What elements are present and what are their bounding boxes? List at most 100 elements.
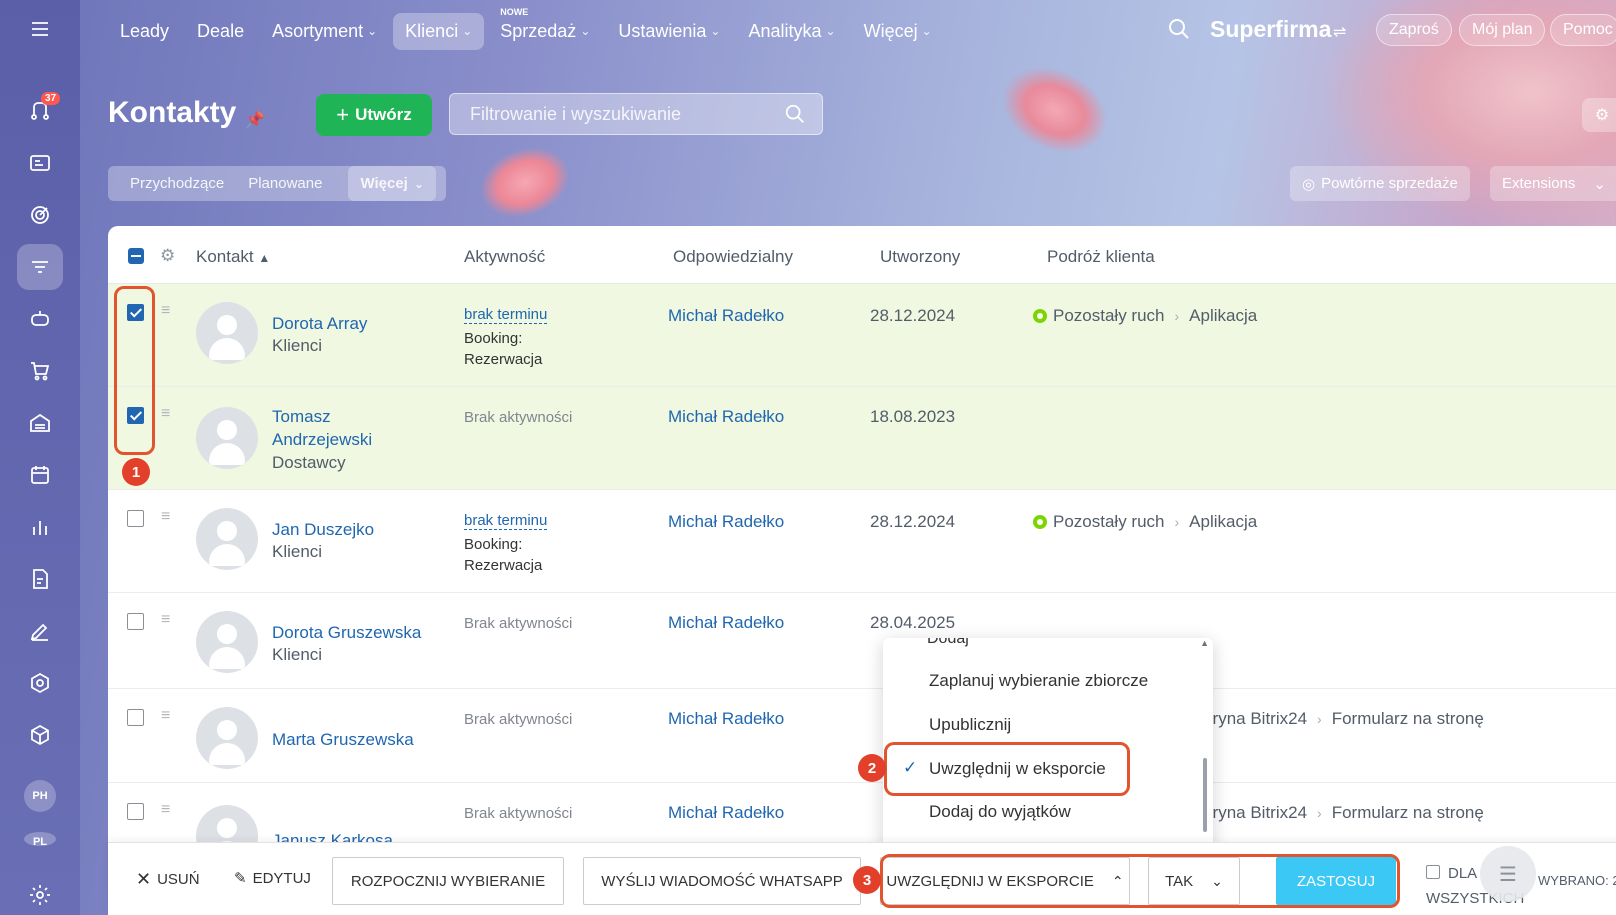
search-icon[interactable]: [1167, 17, 1191, 46]
delete-button[interactable]: ✕ USUŃ: [136, 869, 200, 890]
drag-handle-icon[interactable]: ≡: [161, 802, 177, 818]
row-checkbox[interactable]: [127, 613, 144, 630]
activity-deadline-link[interactable]: brak terminu: [464, 512, 548, 530]
row-checkbox[interactable]: [127, 407, 144, 424]
search-icon[interactable]: [784, 103, 806, 130]
nav-item-sprzedaż[interactable]: NOWE Sprzedaż ⌄: [488, 7, 602, 50]
chevron-right-icon: ›: [1317, 711, 1322, 727]
contact-name-link[interactable]: Dorota Array: [272, 312, 367, 335]
list-settings-gear-icon[interactable]: ⚙: [1582, 98, 1616, 132]
scroll-up-icon[interactable]: ▲: [1200, 638, 1209, 648]
row-checkbox[interactable]: [127, 709, 144, 726]
column-journey[interactable]: Podróż klienta: [1047, 247, 1155, 267]
row-checkbox[interactable]: [127, 304, 144, 321]
nav-item-asortyment[interactable]: Asortyment ⌄: [260, 13, 389, 50]
action-select[interactable]: UWZGLĘDNIJ W EKSPORCIE ⌃: [880, 857, 1130, 905]
apply-button[interactable]: ZASTOSUJ: [1276, 857, 1396, 905]
responsible-link[interactable]: Michał Radełko: [668, 407, 784, 427]
select-all-checkbox[interactable]: [128, 248, 144, 264]
send-whatsapp-button[interactable]: WYŚLIJ WIADOMOŚĆ WHATSAPP: [583, 857, 861, 905]
edit-button[interactable]: ✎ EDYTUJ: [234, 869, 311, 888]
column-created[interactable]: Utworzony: [880, 247, 960, 267]
list-menu-icon[interactable]: ☰: [1480, 846, 1536, 902]
invite-button[interactable]: Zaproś: [1376, 14, 1452, 46]
document-edit-icon[interactable]: [17, 556, 63, 602]
responsible-link[interactable]: Michał Radełko: [668, 709, 784, 729]
settings-gear-icon[interactable]: [17, 872, 63, 915]
column-contact-label: Kontakt: [196, 247, 254, 266]
crm-filter-icon[interactable]: [17, 244, 63, 290]
tab-incoming[interactable]: Przychodzące: [118, 175, 236, 192]
responsible-link[interactable]: Michał Radełko: [668, 306, 784, 326]
warehouse-icon[interactable]: [17, 400, 63, 446]
contact-card-icon[interactable]: [17, 140, 63, 186]
start-dialing-button[interactable]: ROZPOCZNIJ WYBIERANIE: [332, 857, 564, 905]
company-settings-icon[interactable]: ⇌: [1333, 22, 1346, 42]
table-row[interactable]: ≡ Dorota Gruszewska Klienci Brak aktywno…: [108, 593, 1616, 689]
create-button[interactable]: + Utwórz: [316, 94, 432, 136]
repeat-sales-button[interactable]: ◎ Powtórne sprzedaże: [1290, 166, 1470, 201]
chevron-down-icon: ⌄: [462, 24, 473, 38]
activity-none: Brak aktywności: [464, 409, 573, 426]
column-settings-gear-icon[interactable]: ⚙: [160, 246, 175, 266]
contact-name-link[interactable]: Dorota Gruszewska: [272, 621, 421, 644]
column-contact[interactable]: Kontakt ▲: [196, 247, 270, 267]
drag-handle-icon[interactable]: ≡: [161, 708, 177, 724]
table-header: ⚙ Kontakt ▲ Aktywność Odpowiedzialny Utw…: [108, 226, 1616, 284]
shopping-cart-icon[interactable]: [17, 348, 63, 394]
contact-name-link[interactable]: Marta Gruszewska: [272, 728, 414, 751]
table-row[interactable]: ≡ Dorota Array Klienci brak terminu Book…: [108, 284, 1616, 387]
created-date: 28.12.2024: [870, 306, 956, 325]
responsible-link[interactable]: Michał Radełko: [668, 512, 784, 532]
nav-item-analityka[interactable]: Analityka ⌄: [736, 13, 847, 50]
dropdown-item-add-exceptions[interactable]: Dodaj do wyjątków: [929, 802, 1071, 822]
column-activity[interactable]: Aktywność: [464, 247, 545, 267]
user-avatar-pl[interactable]: PL: [24, 832, 56, 846]
target-icon[interactable]: [17, 192, 63, 238]
activity-deadline-link[interactable]: brak terminu: [464, 306, 548, 324]
drag-handle-icon[interactable]: ≡: [161, 406, 177, 422]
drag-handle-icon[interactable]: ≡: [161, 612, 177, 628]
dropdown-scrollbar[interactable]: [1203, 758, 1207, 832]
row-checkbox[interactable]: [127, 803, 144, 820]
robot-icon[interactable]: [17, 296, 63, 342]
cube-icon[interactable]: [17, 712, 63, 758]
calendar-icon[interactable]: [17, 452, 63, 498]
drag-handle-icon[interactable]: ≡: [161, 303, 177, 319]
value-select[interactable]: TAK ⌄: [1148, 857, 1240, 905]
row-checkbox[interactable]: [127, 510, 144, 527]
dropdown-item-bulk-dialing[interactable]: Zaplanuj wybieranie zbiorcze: [929, 671, 1148, 691]
nav-item-leady[interactable]: Leady: [108, 13, 181, 50]
filter-search-box[interactable]: [449, 93, 823, 135]
contact-name-link[interactable]: Jan Duszejko: [272, 518, 374, 541]
dropdown-item-publish[interactable]: Upublicznij: [929, 715, 1011, 735]
pin-icon[interactable]: 📌: [245, 110, 265, 130]
drag-handle-icon[interactable]: ≡: [161, 509, 177, 525]
hexagon-icon[interactable]: [17, 660, 63, 706]
user-avatar-ph[interactable]: PH: [24, 780, 56, 812]
signature-icon[interactable]: [17, 608, 63, 654]
dropdown-item-partial[interactable]: Dodaj: [927, 638, 969, 648]
activity-stream-icon[interactable]: 37: [17, 88, 63, 134]
table-row[interactable]: ≡ Jan Duszejko Klienci brak terminu Book…: [108, 490, 1616, 593]
contact-name-link[interactable]: Tomasz Andrzejewski: [272, 405, 402, 451]
search-input[interactable]: [450, 94, 822, 134]
tab-more[interactable]: Więcej ⌄: [348, 166, 436, 201]
column-responsible[interactable]: Odpowiedzialny: [673, 247, 793, 267]
extensions-button[interactable]: Extensions ⌄: [1490, 166, 1616, 201]
help-button[interactable]: Pomoc: [1550, 14, 1616, 46]
analytics-icon[interactable]: [17, 504, 63, 550]
tab-planned[interactable]: Planowane: [236, 175, 334, 192]
nav-item-ustawienia[interactable]: Ustawienia ⌄: [606, 13, 732, 50]
menu-icon[interactable]: [17, 6, 63, 52]
nav-item-klienci[interactable]: Klienci ⌄: [393, 12, 485, 50]
nav-item-deale[interactable]: Deale: [185, 13, 256, 50]
my-plan-button[interactable]: Mój plan: [1459, 14, 1546, 46]
table-row[interactable]: ≡ Tomasz Andrzejewski Dostawcy Brak akty…: [108, 387, 1616, 490]
company-name[interactable]: Superfirma: [1210, 16, 1331, 43]
avatar: [196, 707, 258, 769]
responsible-link[interactable]: Michał Radełko: [668, 613, 784, 633]
responsible-link[interactable]: Michał Radełko: [668, 803, 784, 823]
dropdown-item-include-export[interactable]: Uwzględnij w eksporcie: [929, 759, 1106, 779]
nav-item-więcej[interactable]: Więcej ⌄: [852, 13, 944, 50]
